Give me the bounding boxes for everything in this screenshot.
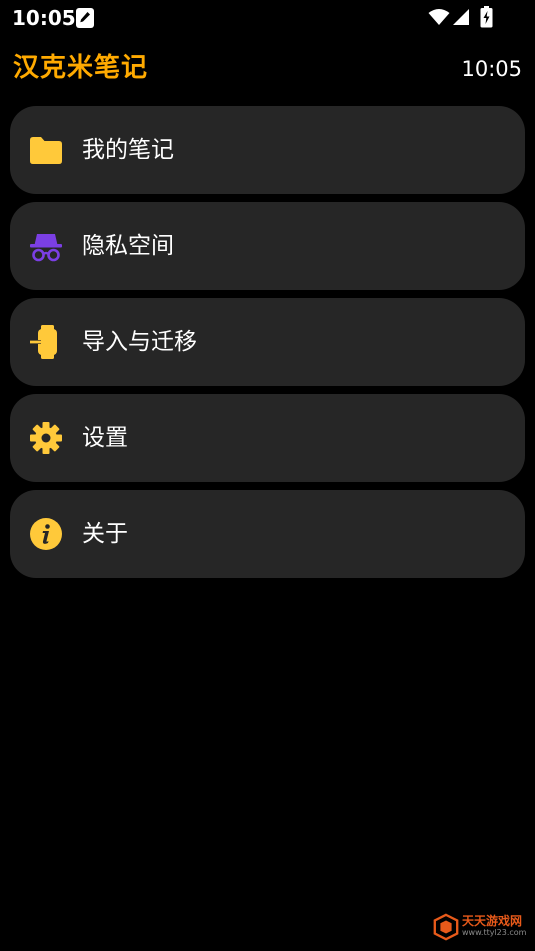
- menu-label: 关于: [82, 521, 128, 547]
- menu-item-my-notes[interactable]: 我的笔记: [10, 106, 525, 194]
- wifi-icon: [428, 8, 450, 26]
- import-icon: [28, 324, 64, 360]
- notification-edit-icon: [74, 7, 96, 29]
- info-icon: [28, 516, 64, 552]
- menu-list: 我的笔记 隐私空间 导入与迁移 设置 关于: [10, 106, 525, 586]
- gear-icon: [28, 420, 64, 456]
- menu-label: 导入与迁移: [82, 329, 197, 355]
- menu-item-about[interactable]: 关于: [10, 490, 525, 578]
- status-bar: 10:05: [0, 0, 535, 36]
- menu-label: 我的笔记: [82, 137, 174, 163]
- signal-icon: [452, 8, 470, 26]
- incognito-icon: [28, 228, 64, 264]
- menu-item-import-migrate[interactable]: 导入与迁移: [10, 298, 525, 386]
- menu-label: 设置: [82, 425, 128, 451]
- watermark-url: www.ttyl23.com: [462, 928, 527, 937]
- watermark-text: 天天游戏网: [462, 914, 523, 928]
- header-time: 10:05: [461, 57, 522, 81]
- menu-item-private-space[interactable]: 隐私空间: [10, 202, 525, 290]
- folder-icon: [28, 132, 64, 168]
- watermark-logo-icon: [433, 913, 459, 941]
- app-title: 汉克米笔记: [13, 53, 149, 83]
- menu-label: 隐私空间: [82, 233, 174, 259]
- app-header: 汉克米笔记 10:05: [0, 44, 535, 94]
- menu-item-settings[interactable]: 设置: [10, 394, 525, 482]
- status-time: 10:05: [12, 6, 76, 30]
- battery-charging-icon: [480, 6, 493, 28]
- watermark: 天天游戏网 www.ttyl23.com: [430, 912, 530, 942]
